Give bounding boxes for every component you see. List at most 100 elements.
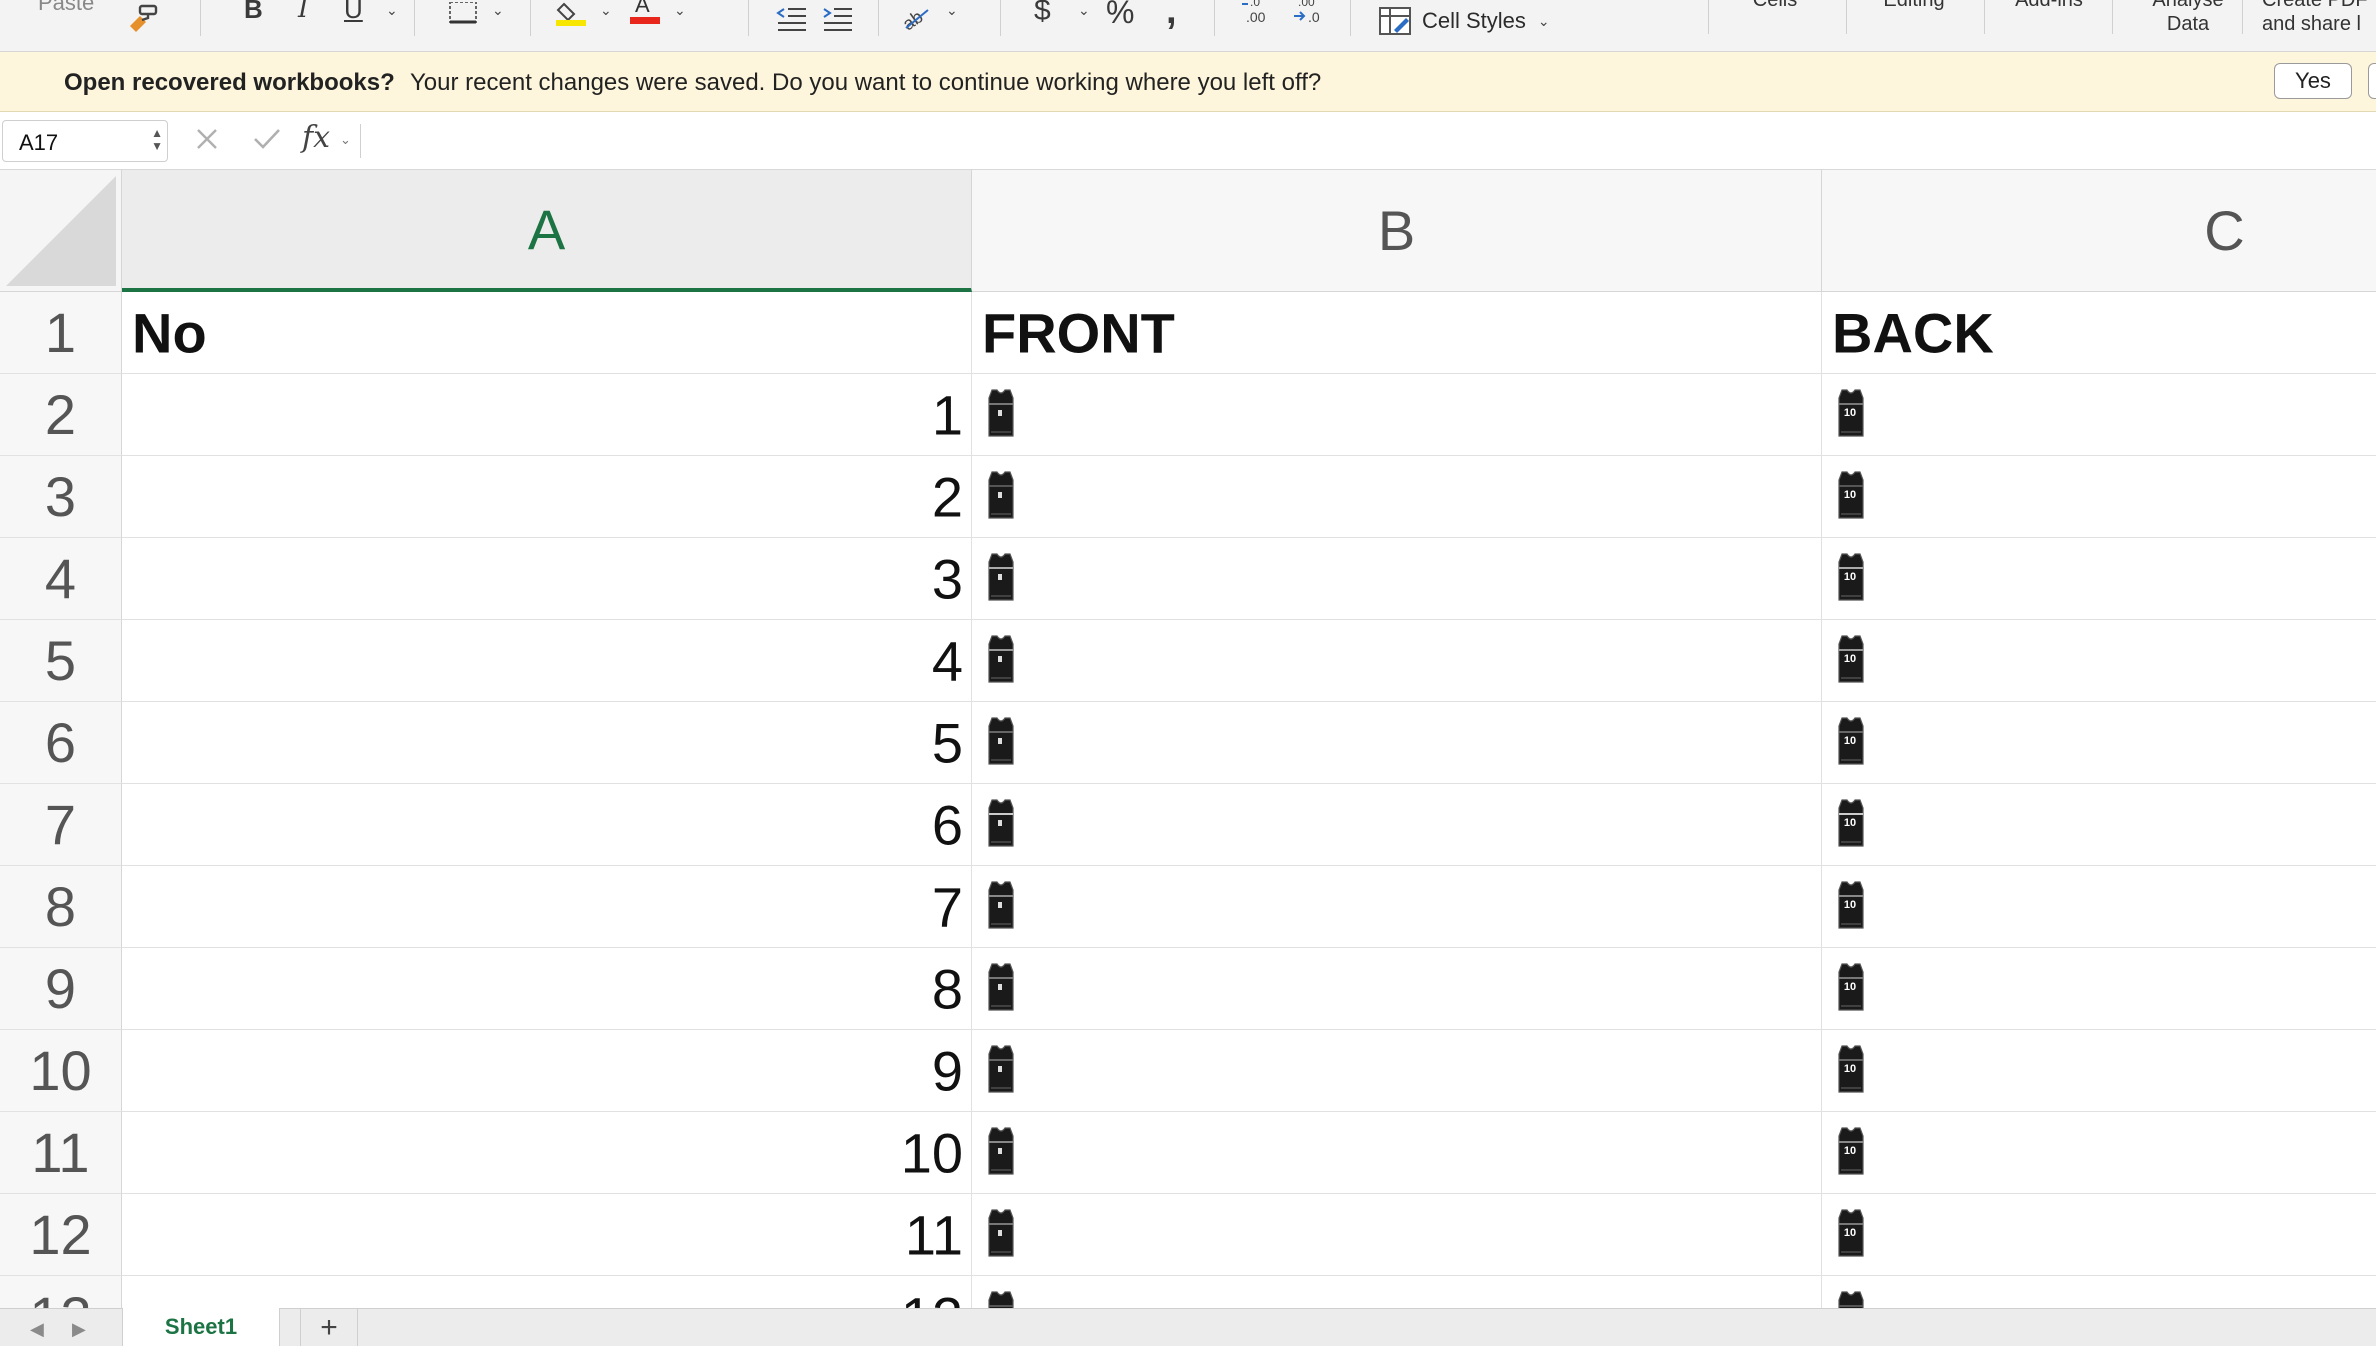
currency-dropdown-caret[interactable]: ⌄ xyxy=(1078,2,1090,19)
jersey-back-thumbnail-icon[interactable]: 10 xyxy=(1836,1208,1866,1263)
format-painter-icon[interactable] xyxy=(126,2,160,32)
previous-sheet-icon[interactable]: ◀ xyxy=(30,1319,44,1340)
orientation-dropdown-caret[interactable]: ⌄ xyxy=(946,2,958,19)
cell-a1[interactable]: No xyxy=(122,292,972,374)
orientation-icon[interactable]: ab xyxy=(900,2,934,32)
underline-icon[interactable]: U xyxy=(344,0,363,25)
insert-function-icon[interactable]: fx xyxy=(302,120,330,155)
comma-style-icon[interactable]: , xyxy=(1166,0,1177,33)
table-row-number-cell[interactable]: 1 xyxy=(122,374,972,456)
jersey-back-thumbnail-icon[interactable]: 10 xyxy=(1836,716,1866,771)
front-image-cell[interactable] xyxy=(972,1194,1822,1276)
back-image-cell[interactable]: 10 xyxy=(1822,866,2376,948)
next-sheet-icon[interactable]: ▶ xyxy=(72,1319,86,1340)
front-image-cell[interactable] xyxy=(972,702,1822,784)
jersey-back-thumbnail-icon[interactable]: 10 xyxy=(1836,634,1866,689)
increase-decimal-icon[interactable]: .0.00 xyxy=(1240,0,1274,26)
table-row-number-cell[interactable]: 4 xyxy=(122,620,972,702)
jersey-front-thumbnail-icon[interactable] xyxy=(986,470,1016,525)
column-header-b[interactable]: B xyxy=(972,170,1822,292)
jersey-front-thumbnail-icon[interactable] xyxy=(986,634,1016,689)
jersey-back-thumbnail-icon[interactable]: 10 xyxy=(1836,1290,1866,1308)
cancel-icon[interactable] xyxy=(194,126,220,157)
enter-check-icon[interactable] xyxy=(252,126,282,157)
back-image-cell[interactable]: 10 xyxy=(1822,538,2376,620)
jersey-front-thumbnail-icon[interactable] xyxy=(986,552,1016,607)
front-image-cell[interactable] xyxy=(972,1030,1822,1112)
bold-icon[interactable]: B xyxy=(244,0,263,25)
name-box-stepper-icon[interactable]: ▲ ▼ xyxy=(151,127,163,153)
cells-group-button[interactable]: Cells xyxy=(1740,0,1810,12)
row-header[interactable]: 4 xyxy=(0,538,122,620)
italic-icon[interactable]: I xyxy=(298,0,308,24)
front-image-cell[interactable] xyxy=(972,948,1822,1030)
row-header[interactable]: 9 xyxy=(0,948,122,1030)
fx-dropdown-caret-icon[interactable]: ⌄ xyxy=(340,132,351,148)
back-image-cell[interactable]: 10 xyxy=(1822,1112,2376,1194)
borders-dropdown-caret[interactable]: ⌄ xyxy=(492,2,504,19)
front-image-cell[interactable] xyxy=(972,456,1822,538)
back-image-cell[interactable]: 10 xyxy=(1822,702,2376,784)
create-pdf-button[interactable]: Create PDF and share l xyxy=(2262,0,2376,36)
back-image-cell[interactable]: 10 xyxy=(1822,784,2376,866)
row-header[interactable]: 11 xyxy=(0,1112,122,1194)
percent-icon[interactable]: % xyxy=(1106,0,1134,31)
cell-c1[interactable]: BACK xyxy=(1822,292,2376,374)
jersey-back-thumbnail-icon[interactable]: 10 xyxy=(1836,388,1866,443)
back-image-cell[interactable]: 10 xyxy=(1822,456,2376,538)
column-header-c[interactable]: C xyxy=(1822,170,2376,292)
table-row-number-cell[interactable]: 3 xyxy=(122,538,972,620)
row-header[interactable]: 8 xyxy=(0,866,122,948)
secondary-button-edge[interactable] xyxy=(2368,63,2376,99)
back-image-cell[interactable]: 10 xyxy=(1822,374,2376,456)
row-header[interactable]: 7 xyxy=(0,784,122,866)
back-image-cell[interactable]: 10 xyxy=(1822,1030,2376,1112)
jersey-back-thumbnail-icon[interactable]: 10 xyxy=(1836,962,1866,1017)
front-image-cell[interactable] xyxy=(972,538,1822,620)
row-header[interactable]: 2 xyxy=(0,374,122,456)
paste-label[interactable]: Paste xyxy=(38,0,94,16)
back-image-cell[interactable]: 10 xyxy=(1822,620,2376,702)
fill-color-dropdown-caret[interactable]: ⌄ xyxy=(600,2,612,19)
jersey-front-thumbnail-icon[interactable] xyxy=(986,716,1016,771)
table-row-number-cell[interactable]: 2 xyxy=(122,456,972,538)
table-row-number-cell[interactable]: 9 xyxy=(122,1030,972,1112)
table-row-number-cell[interactable]: 8 xyxy=(122,948,972,1030)
jersey-front-thumbnail-icon[interactable] xyxy=(986,388,1016,443)
jersey-back-thumbnail-icon[interactable]: 10 xyxy=(1836,798,1866,853)
yes-button[interactable]: Yes xyxy=(2274,63,2352,99)
back-image-cell[interactable]: 10 xyxy=(1822,1276,2376,1308)
add-sheet-button[interactable]: + xyxy=(300,1308,358,1346)
jersey-back-thumbnail-icon[interactable]: 10 xyxy=(1836,552,1866,607)
table-row-number-cell[interactable]: 7 xyxy=(122,866,972,948)
row-header[interactable]: 10 xyxy=(0,1030,122,1112)
jersey-front-thumbnail-icon[interactable] xyxy=(986,1290,1016,1308)
back-image-cell[interactable]: 10 xyxy=(1822,1194,2376,1276)
jersey-front-thumbnail-icon[interactable] xyxy=(986,1126,1016,1181)
jersey-front-thumbnail-icon[interactable] xyxy=(986,798,1016,853)
table-row-number-cell[interactable]: 5 xyxy=(122,702,972,784)
formula-input[interactable] xyxy=(364,120,2374,162)
borders-icon[interactable] xyxy=(448,2,478,24)
row-header[interactable]: 13 xyxy=(0,1276,122,1308)
table-row-number-cell[interactable]: 6 xyxy=(122,784,972,866)
font-color-dropdown-caret[interactable]: ⌄ xyxy=(674,2,686,19)
name-box[interactable]: A17 ▲ ▼ xyxy=(2,120,168,162)
increase-indent-icon[interactable] xyxy=(822,6,854,32)
jersey-front-thumbnail-icon[interactable] xyxy=(986,1208,1016,1263)
jersey-back-thumbnail-icon[interactable]: 10 xyxy=(1836,880,1866,935)
currency-icon[interactable]: $ xyxy=(1034,0,1051,28)
cell-b1[interactable]: FRONT xyxy=(972,292,1822,374)
jersey-front-thumbnail-icon[interactable] xyxy=(986,1044,1016,1099)
select-all-corner[interactable] xyxy=(0,170,122,292)
front-image-cell[interactable] xyxy=(972,784,1822,866)
front-image-cell[interactable] xyxy=(972,1112,1822,1194)
front-image-cell[interactable] xyxy=(972,374,1822,456)
front-image-cell[interactable] xyxy=(972,1276,1822,1308)
jersey-front-thumbnail-icon[interactable] xyxy=(986,962,1016,1017)
row-header[interactable]: 6 xyxy=(0,702,122,784)
font-color-icon[interactable]: A xyxy=(628,0,662,24)
back-image-cell[interactable]: 10 xyxy=(1822,948,2376,1030)
row-header[interactable]: 5 xyxy=(0,620,122,702)
front-image-cell[interactable] xyxy=(972,866,1822,948)
